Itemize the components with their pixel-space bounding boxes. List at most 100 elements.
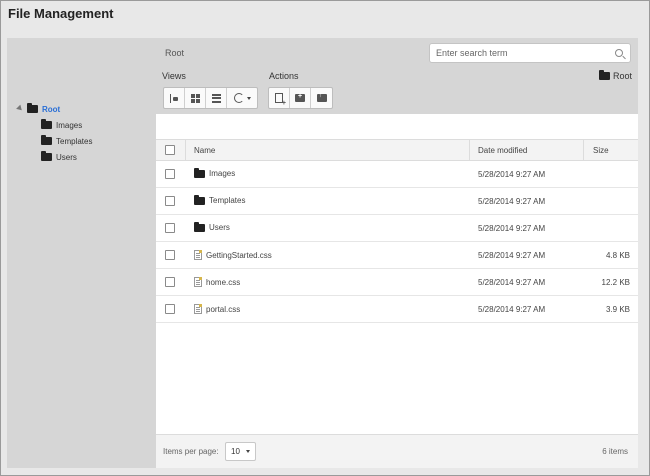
column-divider <box>185 140 186 161</box>
file-manager-panel: Root Images Templates Users Root Enter s… <box>7 38 638 468</box>
row-checkbox[interactable] <box>165 169 175 179</box>
row-name: home.css <box>194 277 240 287</box>
file-size: 4.8 KB <box>605 251 630 260</box>
toolbar: Root Views Actions <box>156 38 638 114</box>
page-size-select[interactable]: 10 <box>225 442 256 461</box>
select-all-checkbox[interactable] <box>165 145 175 155</box>
new-folder-button[interactable] <box>290 88 311 108</box>
table-row[interactable]: home.css 5/28/2014 9:27 AM 12.2 KB <box>156 269 638 296</box>
folder-icon <box>598 70 610 80</box>
folder-tree: Root Images Templates Users <box>7 38 155 468</box>
actions-label: Actions <box>269 71 299 81</box>
new-folder-icon <box>295 93 305 102</box>
grid-view-button[interactable] <box>185 88 206 108</box>
date-modified: 5/28/2014 9:27 AM <box>478 197 546 206</box>
table-row[interactable]: Users 5/28/2014 9:27 AM <box>156 215 638 242</box>
column-divider <box>583 140 584 161</box>
date-modified: 5/28/2014 9:27 AM <box>478 224 546 233</box>
file-name: home.css <box>206 277 241 287</box>
date-modified: 5/28/2014 9:27 AM <box>478 278 546 287</box>
views-button-group <box>163 87 258 109</box>
column-divider <box>469 140 470 161</box>
file-icon <box>194 250 202 260</box>
row-name: GettingStarted.css <box>194 250 272 260</box>
row-checkbox[interactable] <box>165 277 175 287</box>
chevron-down-icon <box>245 450 250 453</box>
search-icon[interactable] <box>615 49 623 57</box>
page-size-value: 10 <box>231 447 240 456</box>
file-size: 12.2 KB <box>601 278 630 287</box>
file-name: Templates <box>209 196 246 205</box>
table-row[interactable]: portal.css 5/28/2014 9:27 AM 3.9 KB <box>156 296 638 323</box>
list-view-icon <box>211 93 221 103</box>
file-icon <box>194 277 202 287</box>
pager: Items per page: 10 6 items <box>156 434 638 468</box>
column-header-date[interactable]: Date modified <box>478 146 527 155</box>
tree-view-icon <box>169 93 179 103</box>
date-modified: 5/28/2014 9:27 AM <box>478 170 546 179</box>
row-name: Users <box>194 221 230 232</box>
items-per-page-label: Items per page: <box>163 447 219 456</box>
file-browser: Root Views Actions <box>156 38 638 468</box>
tree-node-users[interactable]: Users <box>41 150 77 164</box>
folder-icon <box>41 151 52 161</box>
tree-node-label: Root <box>42 104 61 114</box>
content-area: Name Date modified Size Images 5/28/2014… <box>156 114 638 468</box>
refresh-icon <box>233 93 244 103</box>
date-modified: 5/28/2014 9:27 AM <box>478 305 546 314</box>
column-header-size[interactable]: Size <box>593 146 609 155</box>
chevron-down-icon <box>246 96 251 100</box>
tree-node-images[interactable]: Images <box>41 118 82 132</box>
new-file-button[interactable] <box>269 88 290 108</box>
tree-node-label: Templates <box>56 136 93 146</box>
file-name: Images <box>209 169 236 178</box>
table-row[interactable]: Images 5/28/2014 9:27 AM <box>156 161 638 188</box>
folder-icon <box>194 221 205 232</box>
tree-view-button[interactable] <box>164 88 185 108</box>
folder-icon <box>41 119 52 129</box>
tree-node-label: Users <box>56 152 77 162</box>
new-file-icon <box>275 93 286 107</box>
row-name: Templates <box>194 194 246 205</box>
row-checkbox[interactable] <box>165 250 175 260</box>
grid-header: Name Date modified Size <box>156 139 638 161</box>
date-modified: 5/28/2014 9:27 AM <box>478 251 546 260</box>
folder-icon <box>194 167 205 178</box>
tree-node-label: Images <box>56 120 83 130</box>
row-checkbox[interactable] <box>165 223 175 233</box>
row-checkbox[interactable] <box>165 304 175 314</box>
tree-node-root[interactable]: Root <box>27 102 60 116</box>
upload-button[interactable] <box>311 88 332 108</box>
file-size: 3.9 KB <box>605 305 630 314</box>
folder-icon <box>27 103 38 113</box>
search-box <box>429 43 631 63</box>
row-checkbox[interactable] <box>165 196 175 206</box>
table-row[interactable]: GettingStarted.css 5/28/2014 9:27 AM 4.8… <box>156 242 638 269</box>
grid-view-icon <box>190 93 200 103</box>
file-name: GettingStarted.css <box>206 250 272 260</box>
upload-icon <box>316 92 327 102</box>
row-name: portal.css <box>194 304 240 314</box>
file-icon <box>194 304 202 314</box>
table-row[interactable]: Templates 5/28/2014 9:27 AM <box>156 188 638 215</box>
actions-button-group <box>268 87 333 109</box>
list-view-button[interactable] <box>206 88 227 108</box>
app-title: File Management <box>8 6 114 21</box>
folder-icon <box>194 194 205 205</box>
drop-zone[interactable] <box>156 114 638 139</box>
breadcrumb[interactable]: Root <box>165 48 184 58</box>
folder-icon <box>41 135 52 145</box>
file-management-window: File Management Root Images Templates Us… <box>0 0 650 476</box>
views-label: Views <box>162 71 186 81</box>
current-folder-label: Root <box>612 71 632 81</box>
expand-toggle-icon[interactable] <box>16 104 24 113</box>
current-folder-indicator: Root <box>598 70 632 81</box>
file-name: portal.css <box>206 304 241 314</box>
tree-node-templates[interactable]: Templates <box>41 134 92 148</box>
file-name: Users <box>209 223 230 232</box>
refresh-button[interactable] <box>227 88 257 108</box>
column-header-name[interactable]: Name <box>194 146 215 155</box>
item-count: 6 items <box>602 447 628 456</box>
search-input[interactable] <box>430 44 610 62</box>
row-name: Images <box>194 167 236 178</box>
